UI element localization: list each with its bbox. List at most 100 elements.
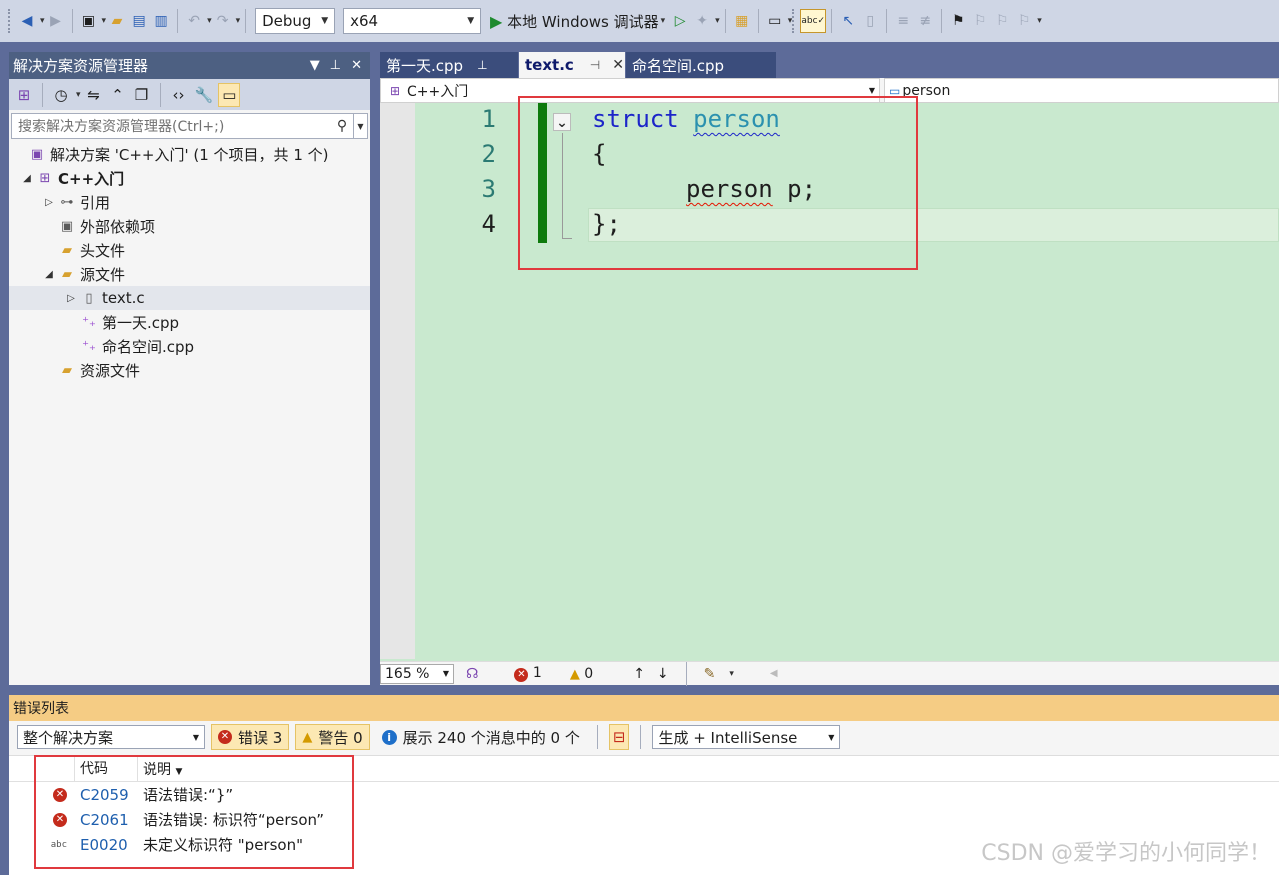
save-icon[interactable]: ▤ [128, 7, 150, 35]
code-line-1[interactable]: struct person [592, 105, 780, 133]
code-line-4[interactable]: }; [592, 210, 621, 238]
format-icon[interactable]: ▯ [859, 7, 881, 35]
start-without-debugging-icon[interactable]: ▷ [669, 7, 691, 35]
collapsed-triangle-icon[interactable]: ▷ [63, 293, 79, 304]
tree-item-solution[interactable]: ▣ 解决方案 'C++入门' (1 个项目，共 1 个) [9, 142, 370, 166]
platform-select[interactable]: x64 ▼ [343, 8, 482, 34]
previous-issue-icon[interactable]: ↑ [633, 666, 645, 682]
redo-icon[interactable]: ↷ [212, 7, 234, 35]
project-scope-select[interactable]: ⊞ C++入门 ▼ [380, 78, 880, 103]
view-code-icon[interactable]: ‹› [168, 83, 190, 107]
tree-item-resource-files[interactable]: ▰ 资源文件 [9, 358, 370, 382]
toolbar-overflow-icon[interactable]: ▾ [1037, 16, 1042, 26]
code-area[interactable]: 1 2 3 4 ⌄ struct person { person p; }; [380, 103, 1279, 659]
indicator-margin[interactable] [380, 103, 415, 659]
tab-namespace-cpp[interactable]: 命名空间.cpp [626, 52, 776, 78]
pin-icon[interactable]: ⊣ [590, 58, 600, 72]
search-icon[interactable]: ⚲ [331, 118, 353, 134]
select-element-icon[interactable]: ↖ [837, 7, 859, 35]
start-debugging-icon[interactable]: ▶ [485, 7, 507, 35]
error-scope-select[interactable]: 整个解决方案 ▼ [17, 725, 205, 749]
toolbar-grip[interactable] [792, 9, 796, 33]
comment-icon[interactable]: ≡ [892, 7, 914, 35]
solution-search-input[interactable]: 搜索解决方案资源管理器(Ctrl+;) [18, 116, 224, 136]
preview-selected-icon[interactable]: ▭ [218, 82, 241, 107]
prev-bookmark-icon[interactable]: ⚐ [969, 7, 991, 35]
properties-wrench-icon[interactable]: 🔧 [192, 83, 217, 107]
tree-item-source-files[interactable]: ◢ ▰ 源文件 [9, 262, 370, 286]
column-header-icon[interactable] [9, 755, 75, 782]
code-line-3[interactable]: person p; [686, 175, 816, 203]
column-header-description[interactable]: 说明 ▼ [138, 759, 182, 779]
warnings-filter-button[interactable]: ▲ 警告 0 [295, 724, 370, 750]
tree-item-header-files[interactable]: ▰ 头文件 [9, 238, 370, 262]
error-code-link[interactable]: E0020 [75, 836, 138, 854]
close-icon[interactable]: ✕ [612, 57, 624, 73]
configuration-select[interactable]: Debug ▼ [255, 8, 336, 34]
tab-day1-cpp[interactable]: 第一天.cpp ⊥ [380, 52, 518, 78]
open-folder-icon[interactable]: ▰ [106, 7, 128, 35]
bookmark-icon[interactable]: ⚑ [947, 7, 969, 35]
errors-filter-button[interactable]: ✕ 错误 3 [211, 724, 290, 750]
tree-item-text-c[interactable]: ▷ ▯ text.c [9, 286, 370, 310]
sync-icon[interactable]: ⇋ [83, 83, 105, 107]
start-debugger-button[interactable]: 本地 Windows 调试器 [507, 11, 659, 32]
tree-item-external-dependencies[interactable]: ▣ 外部依赖项 [9, 214, 370, 238]
warning-count-indicator[interactable]: ▲ 0 [570, 666, 593, 682]
pending-changes-dropdown-icon[interactable]: ▾ [76, 90, 81, 100]
messages-filter-button[interactable]: i 展示 240 个消息中的 0 个 [376, 724, 586, 750]
forward-icon[interactable]: ▶ [45, 7, 67, 35]
undo-icon[interactable]: ↶ [183, 7, 205, 35]
back-icon[interactable]: ◀ [16, 7, 38, 35]
switch-views-icon[interactable]: ⊞ [13, 83, 35, 107]
hot-reload-icon[interactable]: ✦ [691, 7, 713, 35]
member-scope-select[interactable]: ▭ person [884, 78, 1279, 103]
pin-icon[interactable]: ⊥ [330, 58, 341, 73]
collapse-outline-icon[interactable]: ⌄ [553, 113, 571, 131]
uncomment-icon[interactable]: ≢ [914, 7, 936, 35]
show-all-files-icon[interactable]: ❐ [131, 83, 153, 107]
save-all-icon[interactable]: ▥ [150, 7, 172, 35]
search-options-chevron-icon[interactable]: ▼ [353, 114, 367, 138]
hot-reload-dropdown-icon[interactable]: ▾ [715, 16, 720, 26]
error-row[interactable]: ✕ C2061 语法错误: 标识符“person” [9, 807, 1279, 832]
tree-item-references[interactable]: ▷ ⊶ 引用 [9, 190, 370, 214]
clear-bookmarks-icon[interactable]: ⚐ [1013, 7, 1035, 35]
collapse-all-icon[interactable]: ⌃ [107, 83, 129, 107]
zoom-select[interactable]: 165 % ▼ [380, 663, 454, 684]
code-cleanup-dropdown-icon[interactable]: ▾ [729, 669, 734, 679]
tree-item-project[interactable]: ◢ ⊞ C++入门 [9, 166, 370, 190]
window-layout-icon[interactable]: ▭ [764, 7, 786, 35]
toolbar-grip[interactable] [8, 9, 12, 33]
error-count-indicator[interactable]: ✕ 1 [514, 665, 542, 682]
filter-current-document-icon[interactable]: ⊟ [608, 724, 630, 750]
new-project-icon[interactable]: ▣ [78, 7, 100, 35]
solution-search-box[interactable]: 搜索解决方案资源管理器(Ctrl+;) ⚲ ▼ [11, 113, 368, 139]
tab-text-c[interactable]: text.c ⊣ ✕ [519, 52, 625, 78]
error-code-link[interactable]: C2059 [75, 786, 138, 804]
code-line-2[interactable]: { [592, 140, 606, 168]
cpp-file-icon: ⁺₊ [82, 314, 96, 330]
expanded-triangle-icon[interactable]: ◢ [41, 269, 57, 280]
code-cleanup-brush-icon[interactable]: ✎ [704, 666, 716, 682]
expanded-triangle-icon[interactable]: ◢ [19, 173, 35, 184]
intellisense-icon[interactable]: ☊ [466, 666, 478, 682]
pending-changes-icon[interactable]: ◷ [50, 83, 72, 107]
next-bookmark-icon[interactable]: ⚐ [991, 7, 1013, 35]
error-row[interactable]: ✕ C2059 语法错误:“}” [9, 782, 1279, 807]
window-position-icon[interactable]: ▼ [310, 58, 320, 73]
column-header-code[interactable]: 代码 [75, 755, 138, 782]
tree-item-namespace-cpp[interactable]: ⁺₊ 命名空间.cpp [9, 334, 370, 358]
next-issue-icon[interactable]: ↓ [657, 666, 669, 682]
scroll-left-icon[interactable]: ◀ [770, 668, 778, 679]
collapsed-triangle-icon[interactable]: ▷ [41, 197, 57, 208]
error-code-link[interactable]: C2061 [75, 811, 138, 829]
debugger-dropdown-icon[interactable]: ▾ [661, 16, 666, 26]
pin-icon[interactable]: ⊥ [477, 58, 487, 72]
build-source-select[interactable]: 生成 + IntelliSense ▼ [652, 725, 841, 749]
close-icon[interactable]: ✕ [351, 58, 362, 73]
find-in-files-icon[interactable]: ▦ [731, 7, 753, 35]
redo-dropdown-icon[interactable]: ▾ [236, 16, 241, 26]
spell-check-icon[interactable]: abc✓ [800, 9, 827, 33]
tree-item-day1-cpp[interactable]: ⁺₊ 第一天.cpp [9, 310, 370, 334]
